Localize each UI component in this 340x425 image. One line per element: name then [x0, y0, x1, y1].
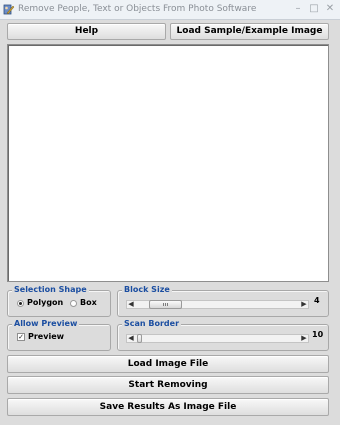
polygon-radio[interactable] — [17, 300, 24, 307]
title-bar: Remove People, Text or Objects From Phot… — [0, 0, 340, 20]
grip-line — [167, 303, 168, 306]
selection-shape-label: Selection Shape — [12, 285, 89, 295]
polygon-radio-label[interactable]: Polygon — [27, 298, 63, 307]
scan-border-left-arrow-icon[interactable]: ◀ — [127, 334, 135, 343]
grip-line — [165, 303, 166, 306]
preview-checkbox-label[interactable]: Preview — [28, 332, 64, 341]
save-results-button[interactable]: Save Results As Image File — [7, 398, 329, 416]
scan-border-right-arrow-icon[interactable]: ▶ — [300, 334, 308, 343]
box-radio[interactable] — [70, 300, 77, 307]
help-button[interactable]: Help — [7, 23, 166, 40]
block-size-label: Block Size — [122, 285, 172, 295]
start-removing-button-label: Start Removing — [128, 380, 208, 390]
help-button-label: Help — [74, 26, 99, 36]
scan-border-slider-thumb[interactable] — [137, 334, 142, 343]
grip-line — [163, 303, 164, 306]
close-icon[interactable]: ✕ — [322, 1, 338, 17]
maximize-icon[interactable]: □ — [306, 1, 322, 17]
block-size-slider-thumb[interactable] — [149, 300, 182, 309]
load-sample-button[interactable]: Load Sample/Example Image — [170, 23, 329, 40]
box-radio-label[interactable]: Box — [80, 298, 97, 307]
window-title: Remove People, Text or Objects From Phot… — [18, 4, 257, 14]
selection-shape-group: Selection Shape Polygon Box — [7, 285, 111, 317]
load-image-button[interactable]: Load Image File — [7, 355, 329, 373]
minimize-icon[interactable]: – — [290, 1, 306, 17]
scan-border-group: Scan Border ◀ ▶ 10 — [117, 319, 329, 351]
save-results-button-label: Save Results As Image File — [99, 402, 237, 412]
block-size-right-arrow-icon[interactable]: ▶ — [300, 300, 308, 309]
block-size-slider[interactable]: ◀ ▶ — [126, 300, 309, 309]
scan-border-value: 10 — [312, 330, 324, 339]
allow-preview-group: Allow Preview ✓ Preview — [7, 319, 111, 351]
block-size-group: Block Size ◀ ▶ 4 — [117, 285, 329, 317]
block-size-left-arrow-icon[interactable]: ◀ — [127, 300, 135, 309]
load-image-button-label: Load Image File — [127, 359, 209, 369]
scan-border-label: Scan Border — [122, 319, 182, 329]
image-canvas[interactable] — [7, 44, 329, 282]
allow-preview-label: Allow Preview — [12, 319, 80, 329]
start-removing-button[interactable]: Start Removing — [7, 376, 329, 394]
preview-checkbox[interactable]: ✓ — [17, 333, 25, 341]
app-icon — [3, 4, 15, 15]
load-sample-button-label: Load Sample/Example Image — [176, 26, 323, 36]
scan-border-slider[interactable]: ◀ ▶ — [126, 334, 309, 343]
block-size-value: 4 — [314, 296, 320, 305]
